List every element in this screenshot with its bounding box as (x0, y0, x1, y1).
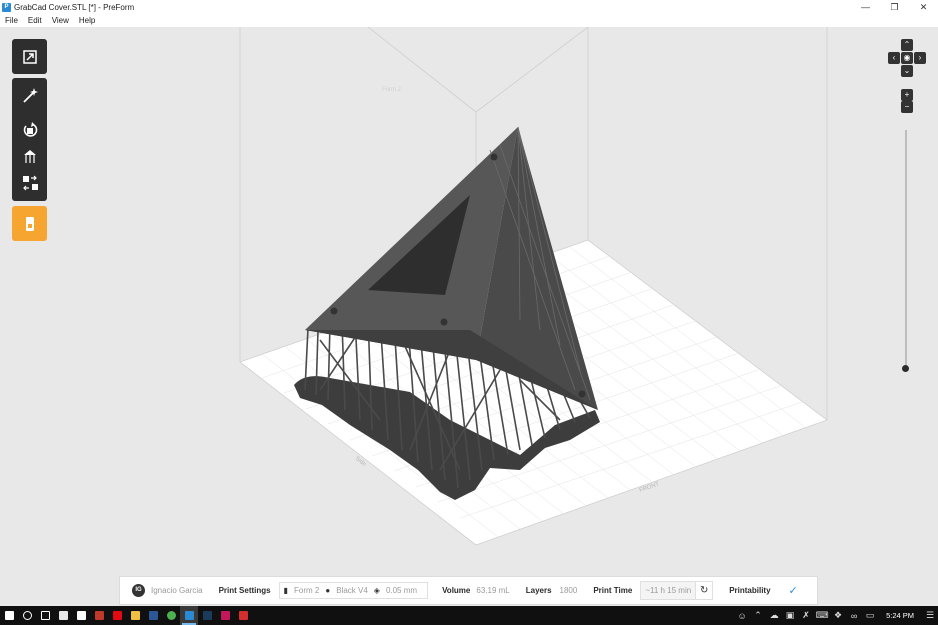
volume-label: Volume (442, 586, 471, 595)
close-button[interactable]: ✕ (909, 0, 938, 14)
print-button[interactable] (13, 207, 46, 240)
search-icon[interactable] (18, 606, 36, 625)
pan-right-button[interactable]: › (914, 52, 926, 64)
tool-group-view (12, 39, 47, 74)
word-icon[interactable] (144, 606, 162, 625)
layout-button[interactable] (13, 166, 46, 199)
plate-top-label: Form 2 (382, 87, 402, 93)
photoshop-icon[interactable] (198, 606, 216, 625)
chrome-icon[interactable] (162, 606, 180, 625)
zoom-in-button[interactable]: + (901, 89, 913, 101)
pan-up-button[interactable]: ⌃ (901, 39, 913, 51)
magic-wand-icon (22, 87, 38, 103)
mail-icon[interactable] (54, 606, 72, 625)
people-icon[interactable]: ☺ (734, 611, 750, 621)
menu-help[interactable]: Help (74, 16, 100, 25)
print-time-value: ~11 h 15 min (641, 582, 697, 599)
build-scene: Side FRONT Form 2 (239, 27, 828, 546)
notifications-icon[interactable]: ☰ (922, 610, 938, 621)
title-bar: P GrabCad Cover.STL [*] - PreForm — ❐ ✕ (0, 0, 938, 14)
app-magenta-icon[interactable] (216, 606, 234, 625)
pan-down-button[interactable]: ⌄ (901, 65, 913, 77)
printer-value: Form 2 (294, 586, 320, 595)
task-view-icon[interactable] (36, 606, 54, 625)
layer-thickness-value: 0.05 mm (385, 586, 418, 595)
minimize-button[interactable]: — (851, 0, 880, 14)
clock[interactable]: 5:24 PM (878, 611, 922, 620)
preform-icon: P (2, 2, 11, 12)
pan-left-button[interactable]: ‹ (888, 52, 900, 64)
store-icon[interactable] (72, 606, 90, 625)
supports-icon (23, 149, 36, 163)
print-time-box: ~11 h 15 min ↻ (640, 581, 714, 600)
user-name[interactable]: Ignacio Garcia (151, 586, 203, 595)
tool-group-prep (12, 78, 47, 201)
netflix-icon[interactable] (108, 606, 126, 625)
display-icon[interactable]: ▭ (862, 610, 878, 621)
camera-nav-pad: ⌃ ‹ ◉ › ⌄ (888, 39, 926, 77)
taskbar: ☺ ⌃ ☁ ▣ ✗ ⌨ ❖ ∞ ▭ 5:24 PM ☰ (0, 606, 938, 625)
fit-view-button[interactable] (13, 40, 46, 73)
rotate-icon (23, 121, 37, 137)
network-icon[interactable]: ▣ (782, 610, 798, 621)
job-status-bar: IG Ignacio Garcia Print Settings ▮ Form … (119, 576, 818, 605)
eye-icon[interactable]: ◉ (901, 52, 913, 64)
3d-viewport[interactable]: Side FRONT Form 2 ⌃ ‹ ◉ › ⌄ + − IG Ignac… (0, 27, 938, 606)
window-title: GrabCad Cover.STL [*] - PreForm (14, 2, 135, 12)
layers-value: 1800 (559, 586, 578, 595)
model-mount-hole (490, 153, 498, 161)
menu-bar: File Edit View Help (0, 14, 938, 27)
menu-view[interactable]: View (47, 16, 74, 25)
onedrive-icon[interactable]: ☁ (766, 610, 782, 621)
model-mount-hole (578, 390, 586, 398)
checkmark-icon[interactable]: ✓ (789, 584, 798, 597)
one-click-print-button[interactable] (13, 79, 46, 112)
printer-icon: ▮ (283, 586, 289, 595)
model-mount-hole (330, 307, 338, 315)
printer-icon (25, 216, 34, 231)
model-mount-hole (440, 318, 448, 326)
zoom-out-button[interactable]: − (901, 101, 913, 113)
app-red-icon[interactable] (90, 606, 108, 625)
printability-label: Printability (729, 586, 771, 595)
dropbox-icon[interactable]: ❖ (830, 610, 846, 621)
layout-icon (22, 175, 38, 190)
layer-slider-track[interactable] (905, 130, 907, 365)
print-settings-label: Print Settings (218, 586, 271, 595)
keyboard-icon[interactable]: ⌨ (814, 610, 830, 621)
print-time-label: Print Time (593, 586, 633, 595)
layers-stack-icon: ◈ (373, 586, 380, 595)
resin-drop-icon: ● (325, 586, 331, 595)
material-value: Black V4 (336, 586, 368, 595)
menu-file[interactable]: File (0, 16, 23, 25)
avatar[interactable]: IG (132, 584, 145, 597)
link-icon[interactable]: ∞ (846, 611, 862, 621)
print-settings-box[interactable]: ▮ Form 2 ● Black V4 ◈ 0.05 mm (278, 582, 429, 599)
system-tray: ☺ ⌃ ☁ ▣ ✗ ⌨ ❖ ∞ ▭ 5:24 PM ☰ (734, 610, 938, 621)
layers-label: Layers (525, 586, 552, 595)
maximize-button[interactable]: ❐ (880, 0, 909, 14)
expand-arrows-icon (22, 49, 37, 64)
tool-group-print (12, 206, 47, 241)
app-pdf-icon[interactable] (234, 606, 252, 625)
windows-start-icon[interactable] (0, 606, 18, 625)
volume-value: 63.19 mL (476, 586, 510, 595)
preform-taskbar-icon[interactable] (180, 606, 198, 625)
volume-muted-icon[interactable]: ✗ (798, 610, 814, 621)
file-explorer-icon[interactable] (126, 606, 144, 625)
chevron-up-icon[interactable]: ⌃ (750, 610, 766, 621)
layer-slider-thumb[interactable] (902, 365, 909, 372)
menu-edit[interactable]: Edit (23, 16, 47, 25)
refresh-icon[interactable]: ↻ (696, 585, 712, 596)
